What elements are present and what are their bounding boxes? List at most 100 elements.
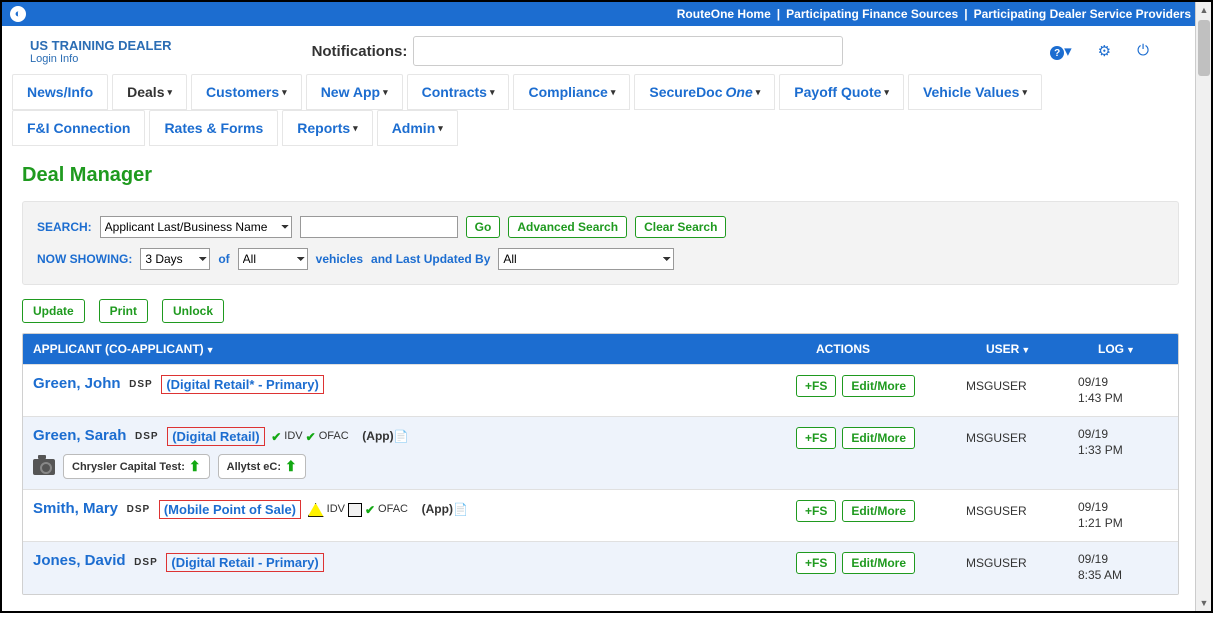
vertical-scrollbar[interactable]: ▲ ▼ <box>1195 2 1211 611</box>
log-cell: 09/191:21 PM <box>1078 500 1168 531</box>
tab-deals[interactable]: Deals▾ <box>112 74 187 110</box>
tab-securedoc-one[interactable]: SecureDocOne▾ <box>634 74 775 110</box>
notifications-input[interactable] <box>413 36 843 66</box>
fs-button[interactable]: +FS <box>796 500 836 522</box>
advanced-search-button[interactable]: Advanced Search <box>508 216 627 238</box>
check-icon: ✔ <box>365 503 375 517</box>
dsp-badge: DSP <box>135 431 159 442</box>
deals-table: APPLICANT (CO-APPLICANT)▼ ACTIONS USER▼ … <box>22 333 1179 595</box>
clear-search-button[interactable]: Clear Search <box>635 216 726 238</box>
sort-caret-icon: ▼ <box>206 345 215 355</box>
notifications-label: Notifications: <box>312 43 408 60</box>
finance-source-pill[interactable]: Allytst eC:⬆ <box>218 454 306 479</box>
search-input[interactable] <box>300 216 458 238</box>
edit-more-button[interactable]: Edit/More <box>842 552 915 574</box>
tab-rates-forms[interactable]: Rates & Forms <box>149 110 278 146</box>
help-icon[interactable]: ?▾ <box>1050 42 1072 61</box>
action-row: Update Print Unlock <box>2 285 1199 333</box>
arrow-up-icon: ⬆ <box>285 458 297 475</box>
go-button[interactable]: Go <box>466 216 501 238</box>
dsp-badge: DSP <box>127 504 151 515</box>
log-cell: 09/191:33 PM <box>1078 427 1168 479</box>
unlock-button[interactable]: Unlock <box>162 299 224 323</box>
user-cell: MSGUSER <box>966 375 1078 406</box>
settings-icon[interactable]: ⚙ <box>1098 42 1111 61</box>
applicant-name-link[interactable]: Green, John <box>33 375 121 392</box>
idv-label: IDV <box>284 430 302 444</box>
search-panel: SEARCH: Applicant Last/Business Name Go … <box>22 201 1179 285</box>
applicant-name-link[interactable]: Smith, Mary <box>33 500 118 517</box>
tab-contracts[interactable]: Contracts▾ <box>407 74 510 110</box>
topbar-link-providers[interactable]: Participating Dealer Service Providers <box>974 7 1191 21</box>
fs-button[interactable]: +FS <box>796 552 836 574</box>
topbar: ◐ RouteOne Home | Participating Finance … <box>2 2 1199 26</box>
th-user[interactable]: USER▼ <box>976 334 1088 364</box>
app-label: (App) <box>422 502 453 516</box>
edit-more-button[interactable]: Edit/More <box>842 375 915 397</box>
login-info-link[interactable]: Login Info <box>30 53 172 65</box>
page-title: Deal Manager <box>2 146 1199 201</box>
of-text: of <box>218 252 229 266</box>
source-tag[interactable]: (Mobile Point of Sale) <box>159 500 301 519</box>
arrow-up-icon: ⬆ <box>189 458 201 475</box>
source-tag[interactable]: (Digital Retail - Primary) <box>166 553 323 572</box>
vehicles-select[interactable]: All <box>238 248 308 270</box>
days-select[interactable]: 3 Days <box>140 248 210 270</box>
power-icon[interactable]: ⏻ <box>1137 42 1149 61</box>
source-tag[interactable]: (Digital Retail) <box>167 427 264 446</box>
dsp-badge: DSP <box>129 379 153 390</box>
table-row: Smith, Mary DSP (Mobile Point of Sale) I… <box>23 489 1178 541</box>
fs-button[interactable]: +FS <box>796 375 836 397</box>
tab-customers[interactable]: Customers▾ <box>191 74 302 110</box>
table-row: Green, John DSP (Digital Retail* - Prima… <box>23 364 1178 416</box>
updated-by-select[interactable]: All <box>498 248 674 270</box>
finance-source-pill[interactable]: Chrysler Capital Test:⬆ <box>63 454 210 479</box>
tab-compliance[interactable]: Compliance▾ <box>513 74 630 110</box>
gray-box-icon <box>348 503 362 517</box>
search-field-select[interactable]: Applicant Last/Business Name <box>100 216 292 238</box>
doc-icon: 📄 <box>453 503 468 517</box>
table-header: APPLICANT (CO-APPLICANT)▼ ACTIONS USER▼ … <box>23 334 1178 364</box>
app-label: (App) <box>362 429 393 443</box>
dealer-name: US TRAINING DEALER <box>30 38 172 53</box>
table-row: Jones, David DSP (Digital Retail - Prima… <box>23 541 1178 593</box>
fs-button[interactable]: +FS <box>796 427 836 449</box>
nav-row-2: F&I Connection Rates & Forms Reports▾ Ad… <box>2 110 1199 146</box>
now-showing-label: NOW SHOWING: <box>37 252 132 266</box>
scrollbar-thumb[interactable] <box>1198 20 1210 76</box>
source-tag[interactable]: (Digital Retail* - Primary) <box>161 375 323 394</box>
tab-news-info[interactable]: News/Info <box>12 74 108 110</box>
scroll-down-icon[interactable]: ▼ <box>1196 595 1212 611</box>
applicant-name-link[interactable]: Green, Sarah <box>33 427 126 444</box>
update-button[interactable]: Update <box>22 299 85 323</box>
applicant-name-link[interactable]: Jones, David <box>33 552 126 569</box>
log-cell: 09/191:43 PM <box>1078 375 1168 406</box>
check-icon: ✔ <box>306 430 316 444</box>
tab-vehicle-values[interactable]: Vehicle Values▾ <box>908 74 1042 110</box>
tab-payoff-quote[interactable]: Payoff Quote▾ <box>779 74 904 110</box>
and-last-text: and Last Updated By <box>371 252 490 266</box>
caret-icon: ▾ <box>167 87 172 98</box>
doc-icon: 📄 <box>394 430 409 444</box>
user-cell: MSGUSER <box>966 500 1078 531</box>
warning-icon <box>308 503 324 517</box>
logo-icon: ◐ <box>10 6 26 22</box>
th-applicant[interactable]: APPLICANT (CO-APPLICANT)▼ <box>23 334 806 364</box>
print-button[interactable]: Print <box>99 299 148 323</box>
tab-new-app[interactable]: New App▾ <box>306 74 403 110</box>
topbar-link-finance[interactable]: Participating Finance Sources <box>786 7 958 21</box>
user-cell: MSGUSER <box>966 427 1078 479</box>
tab-admin[interactable]: Admin▾ <box>377 110 458 146</box>
edit-more-button[interactable]: Edit/More <box>842 427 915 449</box>
th-actions: ACTIONS <box>806 334 976 364</box>
edit-more-button[interactable]: Edit/More <box>842 500 915 522</box>
topbar-link-home[interactable]: RouteOne Home <box>677 7 771 21</box>
scroll-up-icon[interactable]: ▲ <box>1196 2 1212 18</box>
camera-icon[interactable] <box>33 459 55 475</box>
tab-fi-connection[interactable]: F&I Connection <box>12 110 145 146</box>
dsp-badge: DSP <box>134 557 158 568</box>
vehicles-text: vehicles <box>316 252 363 266</box>
tab-reports[interactable]: Reports▾ <box>282 110 372 146</box>
user-cell: MSGUSER <box>966 552 1078 583</box>
th-log[interactable]: LOG▼ <box>1088 334 1178 364</box>
